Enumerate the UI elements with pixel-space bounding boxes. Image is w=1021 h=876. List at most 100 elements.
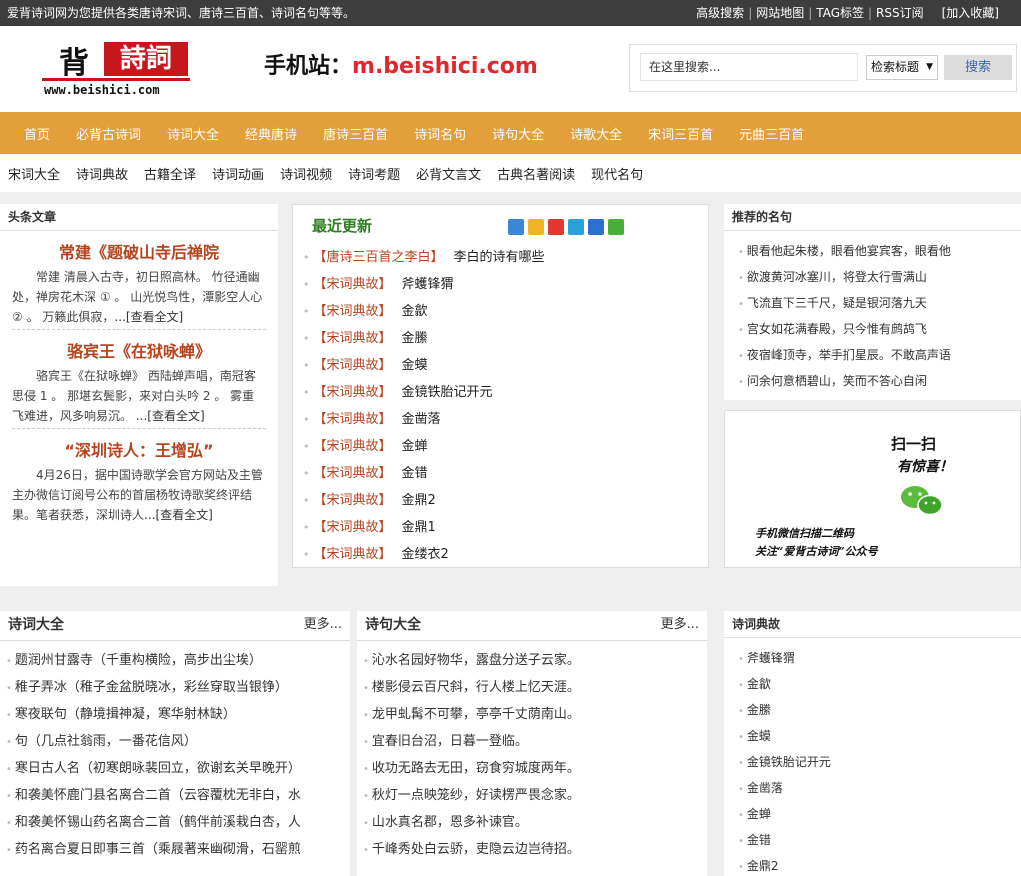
share-weibo-icon[interactable] — [548, 219, 564, 235]
item-category[interactable]: 【宋词典故】 — [314, 439, 392, 454]
list-item[interactable]: • 和袭美怀鹿门县名离合二首（云容覆枕无非白，水 — [6, 786, 350, 813]
item-text[interactable]: 金蟆 — [747, 729, 771, 743]
subnav-item[interactable]: 古典名著阅读 — [489, 164, 583, 183]
list-item[interactable]: • 【宋词典故】 金蟆 — [303, 352, 703, 379]
list-item[interactable]: • 【宋词典故】 金縢 — [303, 325, 703, 352]
item-text[interactable]: 欲渡黄河冰塞川，将登太行雪满山 — [747, 270, 927, 284]
list-item[interactable]: • 金歙 — [730, 674, 1021, 700]
list-item[interactable]: • 【宋词典故】 金歙 — [303, 298, 703, 325]
nav-item[interactable]: 经典唐诗 — [232, 124, 310, 143]
add-favorite-link[interactable]: [加入收藏] — [938, 0, 1003, 26]
item-title[interactable]: 金凿落 — [402, 412, 441, 427]
item-text[interactable]: 千峰秀处白云骄，吏隐云边岂待招。 — [372, 842, 580, 857]
item-title[interactable]: 金缕衣2 — [402, 547, 449, 562]
item-title[interactable]: 斧蠖锋猬 — [402, 277, 454, 292]
nav-item[interactable]: 元曲三百首 — [726, 124, 817, 143]
nav-item[interactable]: 诗词名句 — [401, 124, 479, 143]
item-title[interactable]: 金蝉 — [402, 439, 428, 454]
item-title[interactable]: 金縢 — [402, 331, 428, 346]
item-category[interactable]: 【宋词典故】 — [314, 358, 392, 373]
search-input[interactable] — [640, 53, 858, 81]
list-item[interactable]: • 眼看他起朱楼，眼看他宴宾客，眼看他 — [738, 241, 1016, 267]
item-text[interactable]: 句（几点社翁雨，一番花信风） — [15, 734, 197, 749]
list-item[interactable]: • 楼影侵云百尺斜，行人楼上忆天涯。 — [363, 678, 707, 705]
share-qzone-icon[interactable] — [528, 219, 544, 235]
list-item[interactable]: • 斧蠖锋猬 — [730, 648, 1021, 674]
list-item[interactable]: • 沁水名园好物华，露盘分送子云家。 — [363, 651, 707, 678]
item-text[interactable]: 沁水名园好物华，露盘分送子云家。 — [372, 653, 580, 668]
nav-item-home[interactable]: 首页 — [0, 124, 63, 143]
nav-item[interactable]: 诗歌大全 — [557, 124, 635, 143]
list-item[interactable]: • 夜宿峰顶寺，举手扪星辰。不敢高声语 — [738, 345, 1016, 371]
item-category[interactable]: 【宋词典故】 — [314, 466, 392, 481]
item-text[interactable]: 金歙 — [747, 677, 771, 691]
list-item[interactable]: • 金縢 — [730, 700, 1021, 726]
nav-item[interactable]: 诗句大全 — [479, 124, 557, 143]
nav-item[interactable]: 宋词三百首 — [635, 124, 726, 143]
item-text[interactable]: 金凿落 — [747, 781, 783, 795]
item-text[interactable]: 眼看他起朱楼，眼看他宴宾客，眼看他 — [747, 244, 951, 258]
list-item[interactable]: • 宜春旧台沼，日暮一登临。 — [363, 732, 707, 759]
item-text[interactable]: 宫女如花满春殿，只今惟有鹧鸪飞 — [747, 322, 927, 336]
list-item[interactable]: • 【宋词典故】 金蝉 — [303, 433, 703, 460]
subnav-item[interactable]: 现代名句 — [583, 164, 651, 183]
item-text[interactable]: 宜春旧台沼，日暮一登临。 — [372, 734, 528, 749]
list-item[interactable]: • 题润州甘露寺（千重构横险，高步出尘埃） — [6, 651, 350, 678]
advanced-search-link[interactable]: 高级搜索 — [692, 0, 748, 26]
list-item[interactable]: • 宫女如花满春殿，只今惟有鹧鸪飞 — [738, 319, 1016, 345]
more-link[interactable]: 更多... — [304, 611, 342, 639]
item-text[interactable]: 稚子弄冰（稚子金盆脱晓冰，彩丝穿取当银铮） — [15, 680, 288, 695]
qr-promo[interactable]: 扫一扫 有惊喜！ 手机微信扫描二维码 关注“爱背古诗词”公众号 — [724, 410, 1021, 568]
list-item[interactable]: • 山水真名郡，恩多补谏官。 — [363, 813, 707, 840]
item-text[interactable]: 龙甲虬髯不可攀，亭亭千丈荫南山。 — [372, 707, 580, 722]
mobile-url[interactable]: m.beishici.com — [352, 54, 538, 79]
nav-item[interactable]: 唐诗三百首 — [310, 124, 401, 143]
item-text[interactable]: 金鼎2 — [747, 859, 779, 873]
list-item[interactable]: • 金镜铁胎记开元 — [730, 752, 1021, 778]
item-text[interactable]: 和袭美怀锡山药名离合二首（鹤伴前溪栽白杏，人 — [15, 815, 301, 830]
item-text[interactable]: 寒日古人名（初寒朗咏裴回立，欲谢玄关早晚开） — [15, 761, 301, 776]
list-item[interactable]: • 千峰秀处白云骄，吏隐云边岂待招。 — [363, 840, 707, 867]
item-text[interactable]: 寒夜联句（静境揖神凝，寒华射林缺） — [15, 707, 236, 722]
item-text[interactable]: 夜宿峰顶寺，举手扪星辰。不敢高声语 — [747, 348, 951, 362]
share-renren-icon[interactable] — [588, 219, 604, 235]
nav-item[interactable]: 必背古诗词 — [63, 124, 154, 143]
list-item[interactable]: • 龙甲虬髯不可攀，亭亭千丈荫南山。 — [363, 705, 707, 732]
article-title[interactable]: “深圳诗人：王增弘” — [12, 437, 266, 465]
list-item[interactable]: • 欲渡黄河冰塞川，将登太行雪满山 — [738, 267, 1016, 293]
item-text[interactable]: 题润州甘露寺（千重构横险，高步出尘埃） — [15, 653, 262, 668]
list-item[interactable]: • 稚子弄冰（稚子金盆脱晓冰，彩丝穿取当银铮） — [6, 678, 350, 705]
item-text[interactable]: 金縢 — [747, 703, 771, 717]
tag-link[interactable]: TAG标签 — [812, 0, 868, 26]
list-item[interactable]: • 【宋词典故】 金鼎2 — [303, 487, 703, 514]
read-more-link[interactable]: ...[查看全文] — [144, 508, 213, 522]
list-item[interactable]: • 飞流直下三千尺，疑是银河落九天 — [738, 293, 1016, 319]
list-item[interactable]: • 寒日古人名（初寒朗咏裴回立，欲谢玄关早晚开） — [6, 759, 350, 786]
item-title[interactable]: 金错 — [402, 466, 428, 481]
subnav-item[interactable]: 诗词考题 — [340, 164, 408, 183]
item-text[interactable]: 金蝉 — [747, 807, 771, 821]
subnav-item[interactable]: 诗词典故 — [68, 164, 136, 183]
nav-item[interactable]: 诗词大全 — [154, 124, 232, 143]
search-button[interactable]: 搜索 — [944, 55, 1012, 80]
list-item[interactable]: • 和袭美怀锡山药名离合二首（鹤伴前溪栽白杏，人 — [6, 813, 350, 840]
list-item[interactable]: • 收功无路去无田，窃食穷城度两年。 — [363, 759, 707, 786]
item-category[interactable]: 【宋词典故】 — [314, 385, 392, 400]
subnav-item[interactable]: 宋词大全 — [0, 164, 68, 183]
sitemap-link[interactable]: 网站地图 — [752, 0, 808, 26]
list-item[interactable]: • 寒夜联句（静境揖神凝，寒华射林缺） — [6, 705, 350, 732]
list-item[interactable]: • 句（几点社翁雨，一番花信风） — [6, 732, 350, 759]
subnav-item[interactable]: 诗词动画 — [204, 164, 272, 183]
item-text[interactable]: 问余何意栖碧山，笑而不答心自闲 — [747, 374, 927, 388]
subnav-item[interactable]: 古籍全译 — [136, 164, 204, 183]
item-category[interactable]: 【宋词典故】 — [314, 412, 392, 427]
item-category[interactable]: 【宋词典故】 — [314, 547, 392, 562]
site-logo[interactable]: 背 詩詞 www.beishici.com — [42, 38, 192, 100]
item-text[interactable]: 药名离合夏日即事三首（乘屐著来幽砌滑，石罂煎 — [15, 842, 301, 857]
item-title[interactable]: 金蟆 — [402, 358, 428, 373]
article-title[interactable]: 常建《题破山寺后禅院 — [12, 239, 266, 267]
item-text[interactable]: 楼影侵云百尺斜，行人楼上忆天涯。 — [372, 680, 580, 695]
item-title[interactable]: 金鼎1 — [402, 520, 436, 535]
item-text[interactable]: 秋灯一点映笼纱，好读楞严畏念家。 — [372, 788, 580, 803]
list-item[interactable]: • 金蟆 — [730, 726, 1021, 752]
